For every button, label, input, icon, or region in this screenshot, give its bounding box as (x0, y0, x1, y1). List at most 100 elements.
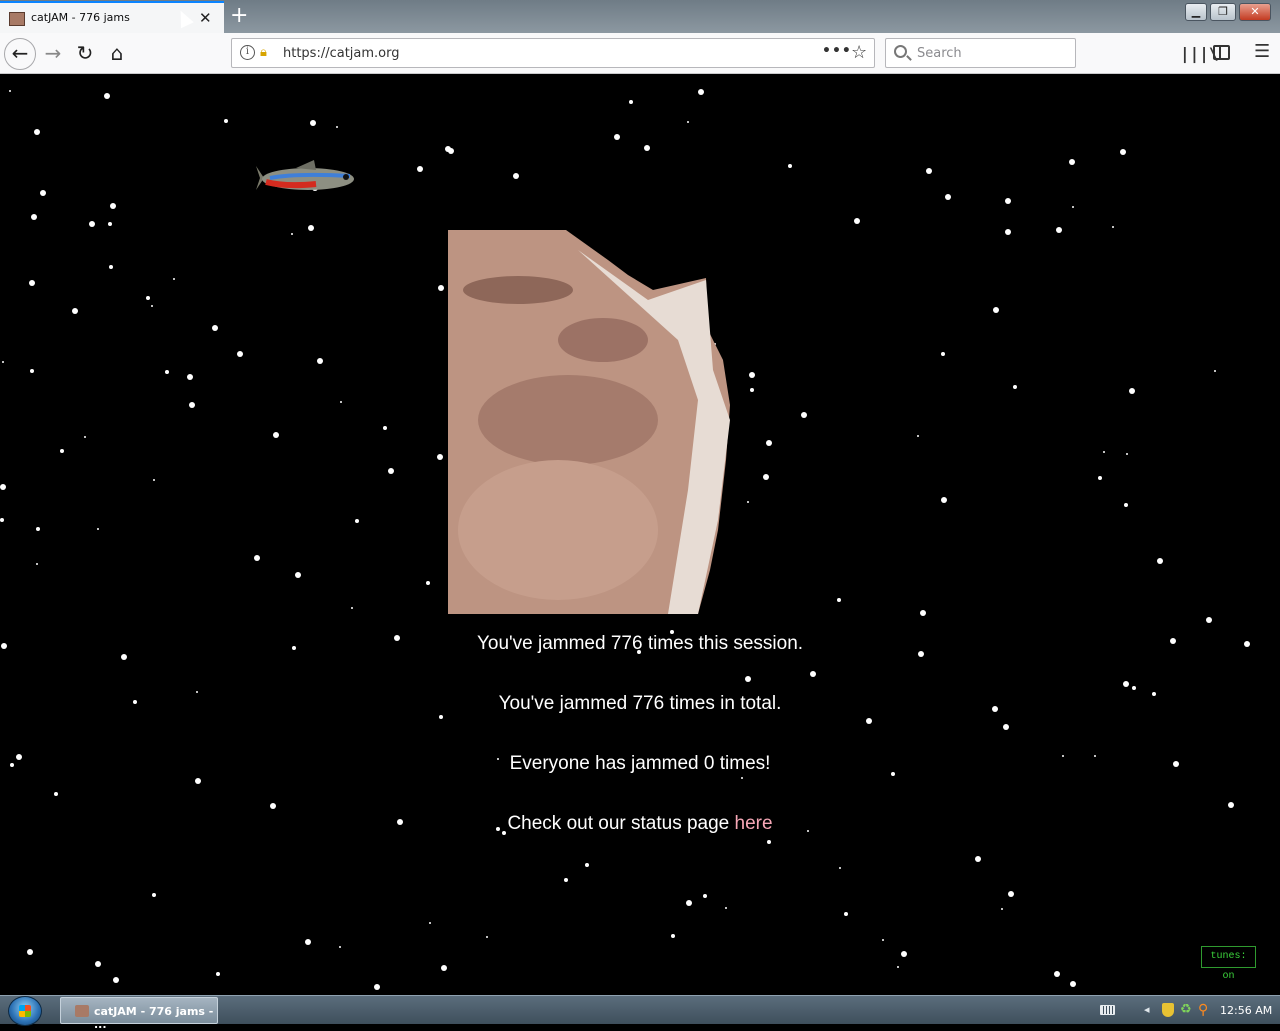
star (84, 436, 86, 438)
catjam-page: You've jammed 776 times this session. Yo… (0, 74, 1280, 995)
star (839, 867, 841, 869)
tray-expand-icon[interactable]: ◂ (1144, 1003, 1150, 1016)
keyboard-icon[interactable] (1100, 1005, 1115, 1015)
neon-tetra-fish-image (256, 160, 354, 190)
star (703, 894, 707, 898)
tunes-toggle[interactable]: tunes: on (1201, 946, 1256, 982)
star (767, 840, 771, 844)
star (27, 949, 33, 955)
star (1008, 891, 1014, 897)
star (513, 173, 519, 179)
global-jam-count: Everyone has jammed 0 times! (509, 753, 771, 774)
star (308, 225, 314, 231)
new-tab-button[interactable]: + (230, 3, 248, 28)
start-button[interactable] (8, 996, 42, 1026)
star (941, 497, 947, 503)
star (195, 778, 201, 784)
star (339, 946, 341, 948)
maximize-button[interactable]: ❐ (1210, 3, 1236, 21)
close-icon[interactable]: ✕ (199, 9, 212, 27)
minimize-button[interactable]: ▁ (1185, 3, 1207, 21)
star (187, 374, 193, 380)
star (920, 610, 926, 616)
star (0, 484, 6, 490)
back-arrow-icon: ← (11, 41, 29, 65)
star (417, 166, 423, 172)
star (486, 936, 488, 938)
status-prefix: Check out our status page (507, 813, 735, 834)
search-bar[interactable]: Search (885, 38, 1076, 68)
site-info-icon[interactable]: i (240, 45, 255, 60)
firefox-catjam-icon (75, 1005, 89, 1017)
star (810, 671, 816, 677)
sync-icon[interactable]: ♻ (1180, 1002, 1192, 1017)
star (110, 203, 116, 209)
star (926, 168, 932, 174)
star (1132, 686, 1136, 690)
star (2, 361, 4, 363)
star (72, 308, 78, 314)
star (237, 351, 243, 357)
search-input[interactable]: Search (917, 46, 962, 61)
star (1124, 503, 1128, 507)
star (109, 265, 113, 269)
bookmark-star-icon[interactable]: ☆ (851, 42, 867, 63)
star (104, 93, 110, 99)
star (975, 856, 981, 862)
star (750, 388, 754, 392)
star (747, 501, 749, 503)
star (1098, 476, 1102, 480)
status-page-link[interactable]: here (735, 813, 773, 834)
star (1070, 981, 1076, 987)
star (212, 325, 218, 331)
star (585, 863, 589, 867)
star (1056, 227, 1062, 233)
star (165, 370, 169, 374)
url-bar[interactable]: i 🔒︎ https://catjam.org ••• ☆ (231, 38, 875, 68)
security-shield-icon[interactable] (1162, 1003, 1174, 1017)
star (437, 454, 443, 460)
star (36, 563, 38, 565)
star (54, 792, 58, 796)
system-clock[interactable]: 12:56 AM (1220, 1004, 1272, 1017)
star (448, 148, 454, 154)
star (749, 372, 755, 378)
taskbar-item-firefox[interactable]: catJAM - 776 jams - ... (60, 997, 218, 1031)
star (273, 432, 279, 438)
session-jam-count: You've jammed 776 times this session. (476, 633, 804, 654)
star (173, 278, 175, 280)
tray-search-icon[interactable]: ⚲ (1198, 1002, 1208, 1018)
home-icon: ⌂ (110, 41, 124, 65)
home-button[interactable]: ⌂ (101, 38, 133, 70)
star (388, 468, 394, 474)
close-window-button[interactable]: ✕ (1239, 3, 1271, 21)
star (426, 581, 430, 585)
star (1120, 149, 1126, 155)
hamburger-menu-icon[interactable]: ☰ (1254, 41, 1270, 62)
star (31, 214, 37, 220)
forward-button[interactable]: → (37, 38, 69, 70)
star (97, 528, 99, 530)
sidebar-toggle-icon[interactable] (1213, 45, 1230, 60)
star (1214, 370, 1216, 372)
lock-warning-icon[interactable]: 🔒︎ (260, 45, 267, 60)
star (310, 120, 316, 126)
tab-strip: catJAM - 776 jams ✕ + ▁ ❐ ✕ (0, 0, 1280, 33)
star (901, 951, 907, 957)
url-input[interactable]: https://catjam.org (283, 46, 400, 61)
star (801, 412, 807, 418)
taskbar: catJAM - 776 jams - ... ◂ ♻ ⚲ 12:56 AM (0, 995, 1280, 1031)
star (1013, 385, 1017, 389)
star (30, 369, 34, 373)
star (29, 280, 35, 286)
minimize-icon: ▁ (1191, 5, 1201, 18)
star (788, 164, 792, 168)
star (40, 190, 46, 196)
back-button[interactable]: ← (4, 38, 36, 70)
star (741, 777, 743, 779)
reload-button[interactable]: ↻ (69, 38, 101, 70)
page-actions-icon[interactable]: ••• (822, 43, 852, 59)
star (439, 715, 443, 719)
star (429, 922, 431, 924)
star (1001, 908, 1003, 910)
